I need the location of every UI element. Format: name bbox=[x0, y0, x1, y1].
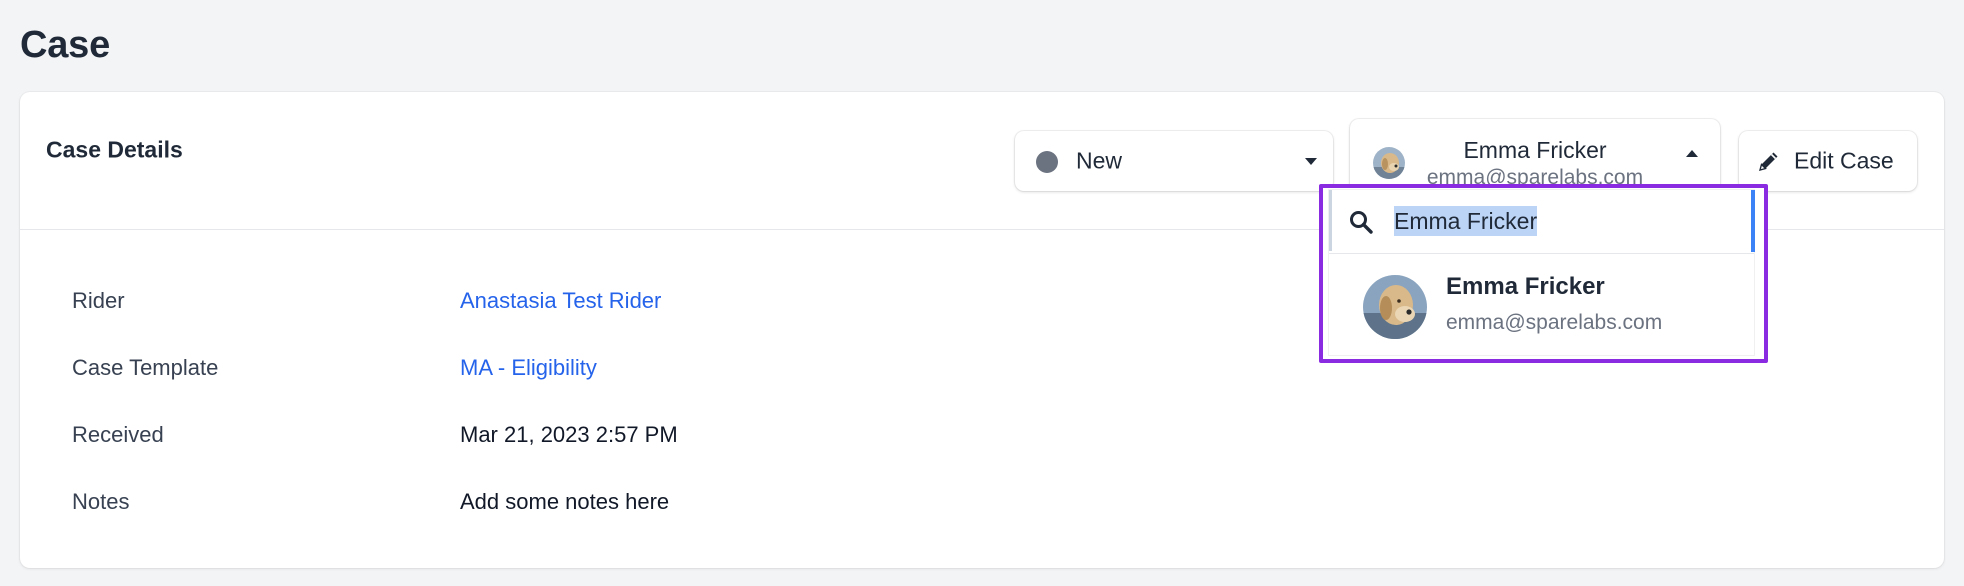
rider-label: Rider bbox=[72, 288, 125, 313]
assignee-option[interactable]: Emma Fricker emma@sparelabs.com bbox=[1329, 254, 1754, 355]
rider-link[interactable]: Anastasia Test Rider bbox=[460, 288, 661, 314]
option-email: emma@sparelabs.com bbox=[1446, 311, 1663, 334]
search-icon bbox=[1350, 211, 1373, 234]
avatar bbox=[1363, 275, 1427, 339]
assignee-search[interactable]: Emma Fricker bbox=[1329, 190, 1755, 254]
dropdown-panel: Emma Fricker Emma Fricker emma@sparelabs… bbox=[1329, 190, 1755, 355]
notes-field[interactable]: Add some notes here bbox=[460, 489, 669, 515]
option-name: Emma Fricker bbox=[1446, 273, 1605, 300]
status-select[interactable]: New bbox=[1015, 131, 1333, 191]
chevron-down-icon bbox=[1305, 158, 1317, 165]
case-template-link[interactable]: MA - Eligibility bbox=[460, 355, 597, 381]
card-title: Case Details bbox=[46, 136, 183, 163]
status-label: New bbox=[1076, 147, 1123, 174]
pencil-icon bbox=[1759, 152, 1778, 171]
edit-case-label: Edit Case bbox=[1794, 147, 1894, 174]
assignee-dropdown: Emma Fricker Emma Fricker emma@sparelabs… bbox=[1319, 184, 1768, 363]
assignee-name: Emma Fricker bbox=[1463, 137, 1607, 163]
received-value: Mar 21, 2023 2:57 PM bbox=[460, 422, 678, 447]
search-input[interactable]: Emma Fricker bbox=[1394, 206, 1538, 236]
page-title: Case bbox=[20, 24, 111, 66]
notes-label: Notes bbox=[72, 489, 130, 514]
edit-case-button[interactable]: Edit Case bbox=[1739, 131, 1917, 191]
chevron-up-icon bbox=[1686, 150, 1698, 157]
status-dot-icon bbox=[1036, 151, 1058, 173]
received-label: Received bbox=[72, 422, 164, 447]
case-template-label: Case Template bbox=[72, 355, 219, 380]
assignee-select[interactable]: Emma Fricker emma@sparelabs.com bbox=[1350, 119, 1720, 191]
